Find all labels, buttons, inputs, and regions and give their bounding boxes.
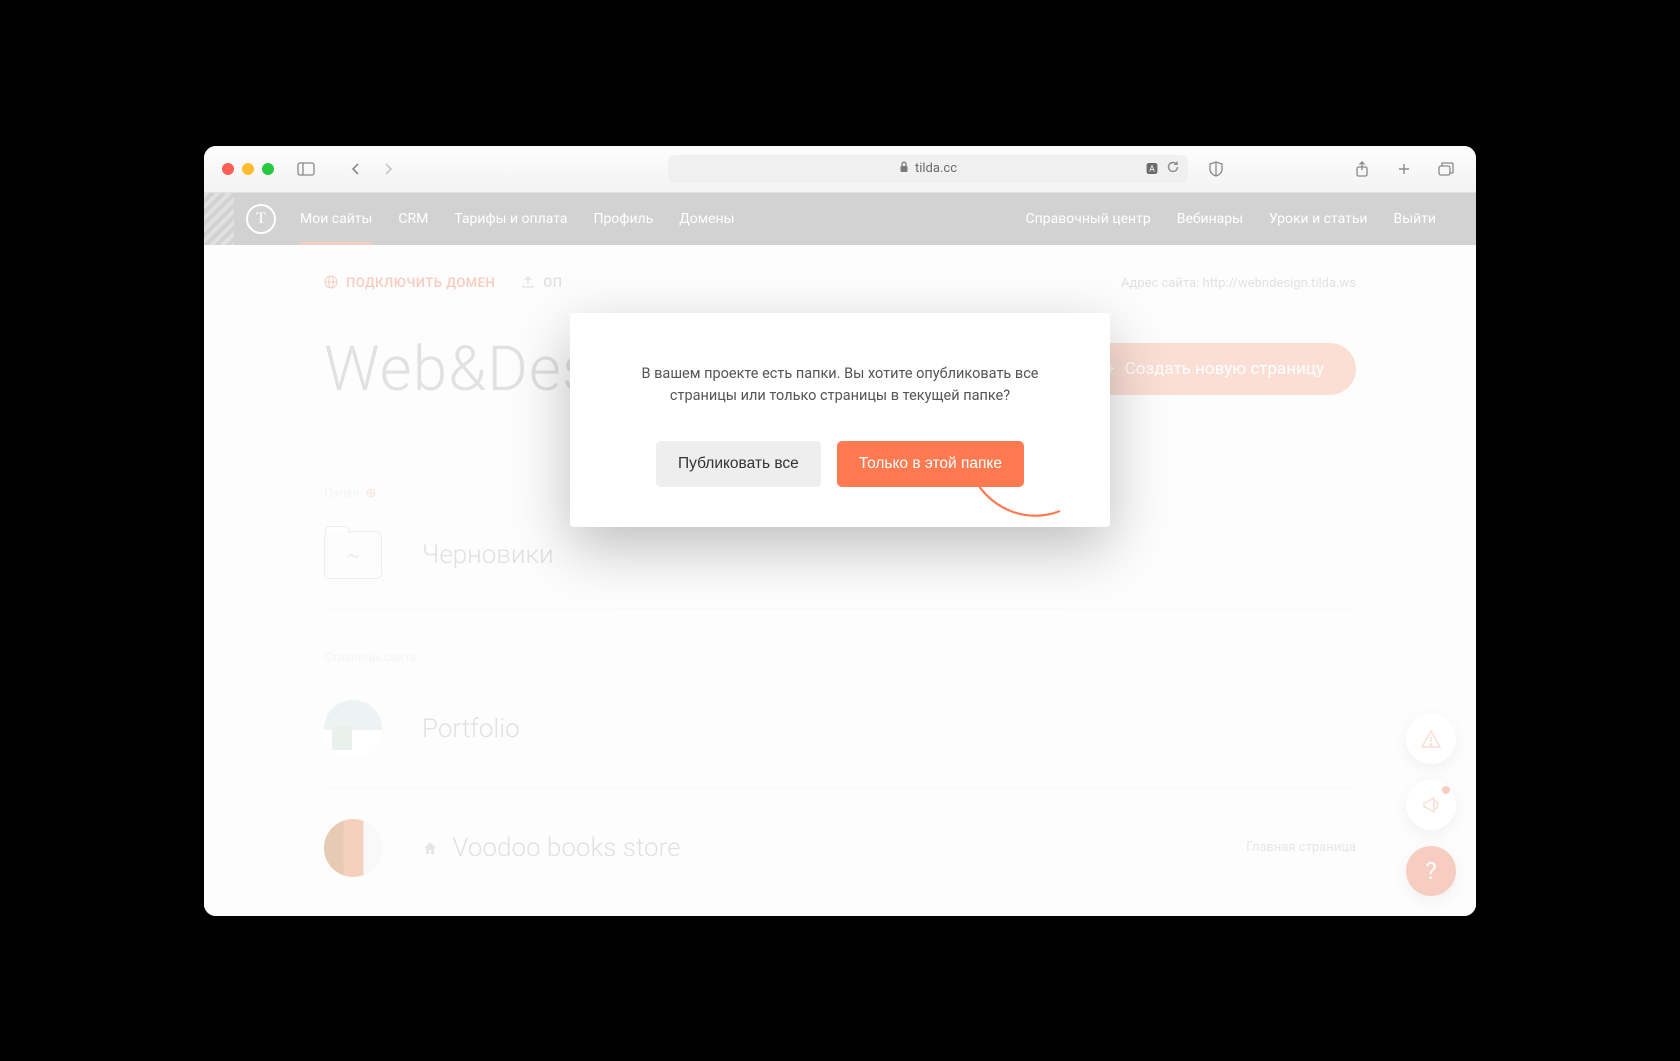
tabs-icon[interactable] [1434, 157, 1458, 181]
back-button[interactable] [344, 157, 368, 181]
browser-toolbar: tilda.cc 🅰 [204, 146, 1476, 193]
shield-icon[interactable] [1204, 157, 1228, 181]
close-window-button[interactable] [222, 163, 234, 175]
new-tab-icon[interactable] [1392, 157, 1416, 181]
publish-all-button[interactable]: Публиковать все [656, 441, 821, 487]
lock-icon [899, 161, 909, 176]
translate-icon[interactable]: 🅰 [1146, 160, 1158, 177]
address-bar[interactable]: tilda.cc 🅰 [668, 155, 1188, 183]
window-controls [222, 163, 274, 175]
publish-only-folder-button[interactable]: Только в этой папке [837, 441, 1024, 487]
browser-window: tilda.cc 🅰 T [204, 146, 1476, 916]
forward-button[interactable] [376, 157, 400, 181]
reload-icon[interactable] [1166, 160, 1180, 178]
page: T Мои сайты CRM Тарифы и оплата Профиль … [204, 193, 1476, 916]
minimize-window-button[interactable] [242, 163, 254, 175]
modal-backdrop[interactable]: В вашем проекте есть папки. Вы хотите оп… [204, 193, 1476, 916]
publish-options-modal: В вашем проекте есть папки. Вы хотите оп… [570, 313, 1110, 528]
address-host: tilda.cc [915, 161, 957, 176]
modal-message: В вашем проекте есть папки. Вы хотите оп… [610, 363, 1070, 408]
maximize-window-button[interactable] [262, 163, 274, 175]
sidebar-toggle-icon[interactable] [294, 157, 318, 181]
share-icon[interactable] [1350, 157, 1374, 181]
